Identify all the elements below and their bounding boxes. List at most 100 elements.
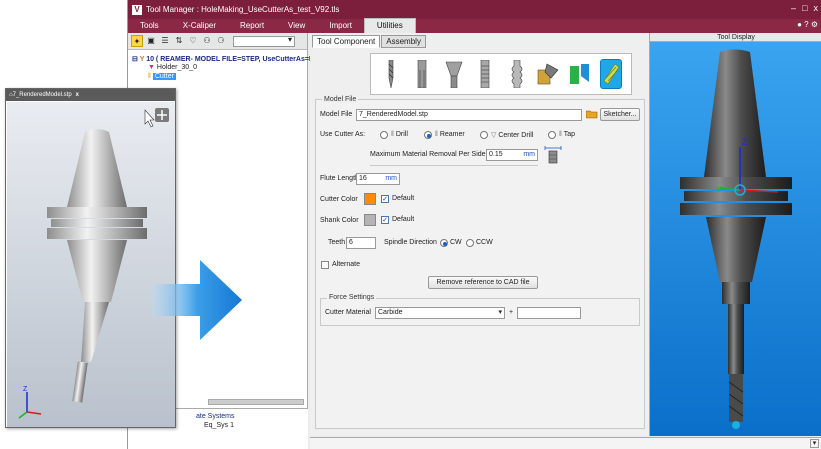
spindle-direction-label: Spindle Direction [384, 239, 437, 246]
menu-bar: Tools X-Caliper Report View Import Utili… [128, 18, 821, 34]
menu-view[interactable]: View [276, 19, 317, 33]
filter-icon[interactable]: ♡ [187, 35, 199, 47]
list-icon[interactable]: ☰ [159, 35, 171, 47]
svg-text:Z: Z [23, 386, 28, 393]
tree-row-tool-10[interactable]: ⊟ Y 10 ( REAMER- MODEL FILE=STEP, UseCut… [132, 55, 314, 63]
status-bar: ▾ [310, 437, 821, 449]
max-removal-label: Maximum Material Removal Per Side [370, 151, 486, 158]
status-dropdown-icon[interactable]: ▾ [810, 439, 819, 448]
flute-length-unit: mm [385, 175, 397, 182]
alternate-label: Alternate [332, 261, 361, 268]
screen: V Tool Manager : HoleMaking_UseCutterAs_… [0, 0, 821, 449]
window-title: Tool Manager : HoleMaking_UseCutterAs_te… [146, 5, 340, 14]
close-button[interactable]: x [814, 3, 819, 13]
tree-scrollbar[interactable] [208, 399, 304, 405]
tree-holder-label: Holder_30_0 [156, 64, 197, 71]
flute-length-label: Flute Length [320, 175, 359, 182]
taper-type-icon[interactable] [443, 59, 465, 89]
component-tabs: Tool Component Assembly [312, 35, 427, 48]
save-icon[interactable]: ▣ [145, 35, 157, 47]
tree-toolbar: ✦ ▣ ☰ ⇅ ♡ ⚇ ⚆ [128, 33, 307, 50]
tool-icon: Y [139, 56, 145, 63]
menu-import[interactable]: Import [317, 19, 364, 33]
teeth-label: Teeth [328, 239, 346, 246]
force-settings-section: Force Settings Cutter Material Carbide ▾… [320, 294, 640, 326]
holder-icon: ▼ [148, 64, 155, 71]
shank-color-default-label: Default [392, 216, 415, 223]
cutter-color-default-label: Default [392, 195, 415, 202]
rendered-model-window[interactable]: ⌂ 7_RenderedModel.stp x Z [5, 88, 176, 428]
binoculars-icon[interactable]: ⚇ [201, 35, 213, 47]
tree-cutter-label: Cutter [152, 73, 176, 80]
help-icons[interactable]: ● ? ⚙ [797, 20, 818, 29]
drill-option-label: ‖ Drill [391, 131, 408, 138]
tab-assembly[interactable]: Assembly [381, 35, 426, 48]
insert-type-icon[interactable] [537, 59, 559, 89]
center-drill-option-label: ▽ Center Drill [491, 132, 534, 139]
cutter-material-label: Cutter Material [325, 309, 371, 316]
tree-tool-label: 10 ( REAMER- MODEL FILE=STEP, UseCutterA… [146, 56, 314, 63]
tree-row-cutter[interactable]: ‖ Cutter [148, 73, 176, 80]
pan-tool-icon[interactable] [155, 108, 169, 122]
tool-display-viewport[interactable]: Z Y [650, 42, 821, 436]
end-mill-type-icon[interactable] [411, 59, 433, 89]
cutter-material-select[interactable]: Carbide ▾ [375, 307, 505, 319]
spindle-cw-label: CW [450, 239, 462, 246]
model-file-type-icon[interactable] [600, 59, 623, 89]
center-drill-radio[interactable] [480, 131, 488, 139]
max-removal-input[interactable]: 0.15 mm [486, 149, 538, 161]
tree-filter-combo[interactable] [233, 35, 295, 47]
spindle-ccw-label: CCW [476, 239, 493, 246]
material-plus-label: + [509, 309, 514, 316]
tree-row-holder[interactable]: ▼ Holder_30_0 [148, 64, 197, 71]
svg-text:Y: Y [716, 185, 722, 194]
max-removal-unit: mm [523, 151, 535, 158]
form-tool-type-icon[interactable] [506, 59, 528, 89]
remove-cad-reference-button[interactable]: Remove reference to CAD file [428, 276, 538, 289]
spindle-ccw-radio[interactable] [466, 239, 474, 247]
use-cutter-as-label: Use Cutter As: [320, 131, 366, 138]
flute-length-input[interactable]: 16 mm [356, 173, 400, 185]
reamer-option-label: ‖ Reamer [435, 131, 465, 138]
alternate-checkbox[interactable] [321, 261, 329, 269]
sort-icon[interactable]: ⇅ [173, 35, 185, 47]
drill-type-icon[interactable] [380, 59, 402, 89]
rendered-model-close-button[interactable]: x [76, 92, 79, 98]
model-file-group-title: Model File [322, 96, 359, 103]
removal-diagram-icon [542, 142, 564, 166]
cutter-icon: ‖ [148, 73, 151, 80]
rendered-model-tab[interactable]: ⌂ 7_RenderedModel.stp x [6, 89, 175, 101]
tool-component-panel: Tool Component Assembly Model File Model… [310, 33, 650, 436]
tab-tool-component[interactable]: Tool Component [312, 35, 381, 48]
find-icon[interactable]: ⚆ [215, 35, 227, 47]
cutter-color-default-checkbox[interactable]: ✓ [381, 195, 389, 203]
drill-radio[interactable] [380, 131, 388, 139]
new-tool-icon[interactable]: ✦ [131, 35, 143, 47]
menu-utilities[interactable]: Utilities [363, 18, 416, 34]
spindle-cw-radio[interactable] [440, 239, 448, 247]
shank-color-default-checkbox[interactable]: ✓ [381, 216, 389, 224]
mini-axis-triad-icon: Z [18, 386, 42, 419]
material-extra-input[interactable] [517, 307, 581, 319]
tree-collapse-icon[interactable]: ⊟ [132, 56, 138, 63]
coord-systems-label[interactable]: ate Systems [196, 413, 235, 420]
max-removal-underline [370, 165, 538, 166]
minimize-button[interactable]: – [791, 3, 796, 13]
reamer-radio[interactable] [424, 131, 432, 139]
sketcher-button[interactable]: Sketcher... [600, 108, 640, 121]
model-file-input[interactable]: 7_RenderedModel.stp [356, 109, 582, 121]
menu-x-caliper[interactable]: X-Caliper [171, 19, 228, 33]
rendered-model-viewport[interactable]: Z [7, 102, 175, 427]
menu-report[interactable]: Report [228, 19, 276, 33]
sketch-profile-icon[interactable] [569, 59, 591, 89]
teeth-input[interactable]: 6 [346, 237, 376, 249]
tap-type-icon[interactable] [474, 59, 496, 89]
coord-system-item[interactable]: Eq_Sys 1 [204, 422, 234, 429]
menu-tools[interactable]: Tools [128, 19, 171, 33]
maximize-button[interactable]: □ [802, 3, 807, 13]
shank-color-swatch[interactable] [364, 214, 376, 226]
tap-radio[interactable] [548, 131, 556, 139]
cutter-color-swatch[interactable] [364, 193, 376, 205]
folder-open-icon[interactable] [585, 108, 598, 122]
shank-color-label: Shank Color [320, 217, 359, 224]
